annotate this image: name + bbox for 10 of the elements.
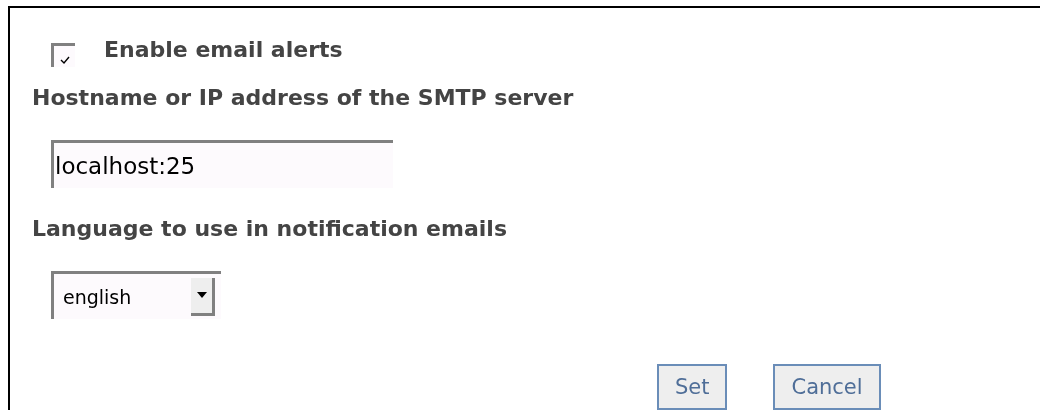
smtp-field[interactable]: localhost:25: [51, 140, 393, 188]
caret-icon: [196, 292, 207, 298]
cancel-button[interactable]: Cancel: [773, 364, 881, 410]
checkbox-label: Enable email alerts: [104, 36, 343, 64]
field-label: Language to use in notification emails: [32, 215, 508, 243]
language-dropdown[interactable]: english: [51, 271, 221, 319]
field-label: Hostname or IP address of the SMTP server: [32, 84, 575, 112]
set-button[interactable]: Set: [657, 364, 728, 410]
checkbox[interactable]: [51, 43, 75, 67]
check-icon: [59, 55, 70, 65]
